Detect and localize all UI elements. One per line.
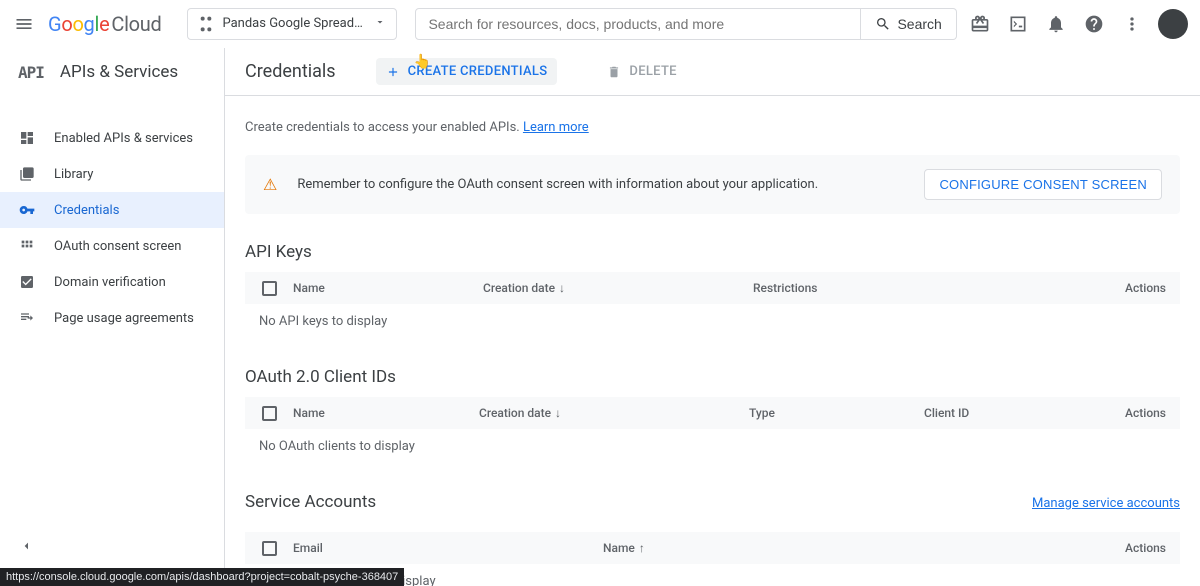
project-name: Pandas Google Spreadsh...	[222, 16, 366, 31]
col-client-id[interactable]: Client ID	[924, 406, 1125, 420]
table-empty: No OAuth clients to display	[245, 429, 1180, 464]
sidebar-item-label: Library	[54, 167, 93, 182]
content-body: Create credentials to access your enable…	[225, 96, 1200, 586]
table-header: Name Creation date↓ Type Client ID Actio…	[245, 397, 1180, 429]
sort-down-icon: ↓	[559, 281, 565, 295]
search-icon	[875, 16, 891, 32]
section-title: API Keys	[245, 242, 1180, 262]
sidebar-item-label: Enabled APIs & services	[54, 131, 193, 146]
help-icon[interactable]	[1082, 12, 1106, 36]
consent-icon	[18, 237, 36, 255]
alert-text: Remember to configure the OAuth consent …	[297, 177, 904, 192]
api-keys-table: Name Creation date↓ Restrictions Actions…	[245, 272, 1180, 339]
sidebar-item-credentials[interactable]: Credentials	[0, 192, 224, 228]
section-title: Service Accounts	[245, 492, 376, 512]
menu-icon[interactable]	[12, 12, 36, 36]
sidebar-items: Enabled APIs & services Library Credenti…	[0, 96, 224, 336]
logo[interactable]: Google Cloud	[48, 12, 161, 36]
intro-text: Create credentials to access your enable…	[245, 120, 1180, 135]
gift-icon[interactable]	[968, 12, 992, 36]
col-email[interactable]: Email	[293, 541, 603, 555]
project-picker[interactable]: Pandas Google Spreadsh...	[187, 8, 397, 40]
page-title: Credentials	[245, 61, 336, 82]
notifications-icon[interactable]	[1044, 12, 1068, 36]
table-empty: No API keys to display	[245, 304, 1180, 339]
manage-service-accounts-link[interactable]: Manage service accounts	[1032, 496, 1180, 511]
sidebar-item-page-usage[interactable]: Page usage agreements	[0, 300, 224, 336]
sidebar-header: API APIs & Services	[0, 48, 224, 96]
search-button[interactable]: Search	[861, 8, 956, 40]
topbar-actions	[968, 9, 1188, 39]
col-type[interactable]: Type	[749, 406, 924, 420]
oauth-table: Name Creation date↓ Type Client ID Actio…	[245, 397, 1180, 464]
col-name[interactable]: Name	[293, 406, 479, 420]
table-header: Name Creation date↓ Restrictions Actions	[245, 272, 1180, 304]
col-actions: Actions	[1125, 281, 1180, 295]
delete-label: DELETE	[629, 64, 676, 79]
top-bar: Google Cloud Pandas Google Spreadsh... S…	[0, 0, 1200, 48]
sidebar-item-label: Credentials	[54, 203, 119, 218]
col-actions: Actions	[1125, 406, 1180, 420]
section-title: OAuth 2.0 Client IDs	[245, 367, 1180, 387]
search-input[interactable]	[415, 8, 861, 40]
library-icon	[18, 165, 36, 183]
avatar[interactable]	[1158, 9, 1188, 39]
sidebar-item-library[interactable]: Library	[0, 156, 224, 192]
sidebar-item-oauth-consent[interactable]: OAuth consent screen	[0, 228, 224, 264]
trash-icon	[607, 65, 621, 79]
sidebar-item-enabled-apis[interactable]: Enabled APIs & services	[0, 120, 224, 156]
main-layout: API APIs & Services Enabled APIs & servi…	[0, 48, 1200, 586]
configure-consent-button[interactable]: CONFIGURE CONSENT SCREEN	[924, 169, 1162, 200]
dashboard-icon	[18, 129, 36, 147]
col-creation-date[interactable]: Creation date↓	[479, 406, 749, 420]
cloud-shell-icon[interactable]	[1006, 12, 1030, 36]
sidebar-title: APIs & Services	[60, 62, 178, 82]
collapse-sidebar-icon[interactable]	[18, 538, 34, 558]
section-api-keys: API Keys Name Creation date↓ Restriction…	[245, 242, 1180, 339]
sidebar-item-domain-verification[interactable]: Domain verification	[0, 264, 224, 300]
warning-icon: ⚠	[263, 175, 277, 194]
sidebar-item-label: Page usage agreements	[54, 311, 194, 326]
learn-more-link[interactable]: Learn more	[523, 120, 589, 135]
sidebar: API APIs & Services Enabled APIs & servi…	[0, 48, 225, 586]
section-oauth: OAuth 2.0 Client IDs Name Creation date↓…	[245, 367, 1180, 464]
sort-up-icon: ↑	[639, 541, 645, 555]
col-creation-date[interactable]: Creation date↓	[483, 281, 753, 295]
search-container: Search	[415, 8, 956, 40]
key-icon	[18, 201, 36, 219]
sidebar-item-label: Domain verification	[54, 275, 166, 290]
status-bar-url: https://console.cloud.google.com/apis/da…	[0, 568, 404, 586]
content-header: Credentials CREATE CREDENTIALS 👆 DELETE	[225, 48, 1200, 96]
select-all-checkbox[interactable]	[262, 406, 277, 421]
sort-down-icon: ↓	[555, 406, 561, 420]
agreement-icon	[18, 309, 36, 327]
more-icon[interactable]	[1120, 12, 1144, 36]
select-all-checkbox[interactable]	[262, 541, 277, 556]
col-actions: Actions	[1125, 541, 1180, 555]
create-credentials-label: CREATE CREDENTIALS	[408, 64, 548, 79]
table-header: Email Name↑ Actions	[245, 532, 1180, 564]
col-name[interactable]: Name	[293, 281, 483, 295]
sidebar-item-label: OAuth consent screen	[54, 239, 181, 254]
consent-alert: ⚠ Remember to configure the OAuth consen…	[245, 155, 1180, 214]
plus-icon	[386, 65, 400, 79]
delete-button[interactable]: DELETE	[597, 58, 686, 85]
col-restrictions[interactable]: Restrictions	[753, 281, 1125, 295]
project-icon	[198, 16, 214, 32]
col-name[interactable]: Name↑	[603, 541, 1125, 555]
chevron-down-icon	[374, 16, 386, 32]
logo-suffix: Cloud	[111, 12, 161, 36]
search-button-label: Search	[897, 16, 941, 32]
content: Credentials CREATE CREDENTIALS 👆 DELETE …	[225, 48, 1200, 586]
select-all-checkbox[interactable]	[262, 281, 277, 296]
create-credentials-button[interactable]: CREATE CREDENTIALS 👆	[376, 58, 558, 85]
api-icon: API	[18, 63, 44, 82]
verified-icon	[18, 273, 36, 291]
